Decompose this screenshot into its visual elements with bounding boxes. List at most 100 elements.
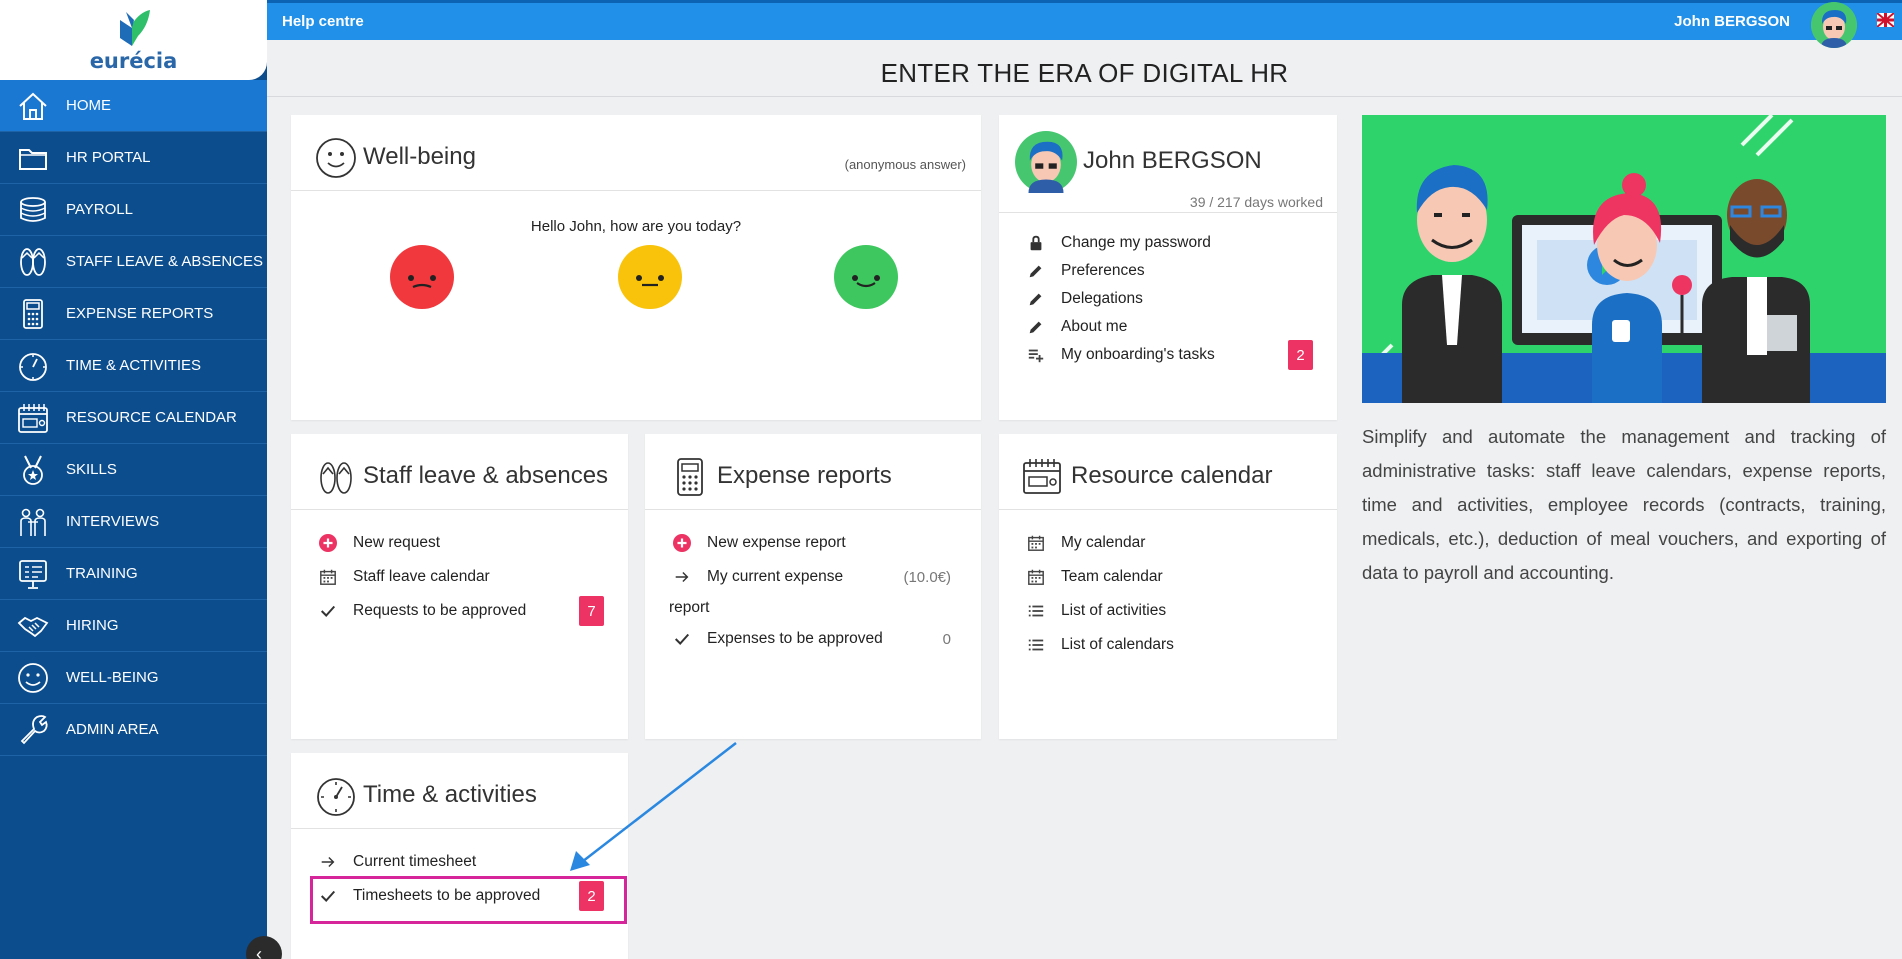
mood-happy-button[interactable]	[834, 245, 898, 309]
leave-item-new-request[interactable]: New request	[291, 526, 628, 560]
sidebar-nav: HOME HR PORTAL PAYROLL STAFF LEAVE & ABSENC…	[0, 80, 267, 756]
calendar-icon	[0, 401, 66, 435]
user-name[interactable]: John BERGSON	[1674, 13, 1790, 30]
profile-item-about-me[interactable]: About me	[999, 313, 1337, 341]
expenses-to-approve-link[interactable]: Expenses to be approved 0	[645, 622, 981, 656]
sidebar-item-well-being[interactable]: WELL-BEING	[0, 652, 267, 704]
check-icon	[317, 600, 339, 622]
presentation-icon	[0, 557, 66, 591]
resource-item-list-of-calendars[interactable]: List of calendars	[999, 628, 1337, 662]
lock-icon	[1025, 232, 1047, 254]
medal-icon	[0, 453, 66, 487]
sidebar-item-interviews[interactable]: INTERVIEWS	[0, 496, 267, 548]
sidebar-item-time-activities[interactable]: TIME & ACTIVITIES	[0, 340, 267, 392]
coins-icon	[0, 193, 66, 227]
expenses-to-approve-count: 0	[942, 630, 951, 648]
pencil-icon	[1025, 260, 1047, 282]
row-label: Preferences	[1061, 262, 1145, 279]
sidebar-item-payroll[interactable]: PAYROLL	[0, 184, 267, 236]
anonymous-note: (anonymous answer)	[844, 157, 966, 172]
sidebar-item-training[interactable]: TRAINING	[0, 548, 267, 600]
sidebar-item-staff-leave-absences[interactable]: STAFF LEAVE & ABSENCES	[0, 236, 267, 288]
row-label: About me	[1061, 318, 1128, 335]
neutral-face-icon	[636, 275, 664, 287]
avatar[interactable]	[1811, 2, 1857, 48]
row-label: Requests to be approved	[353, 602, 527, 619]
page-title: ENTER THE ERA OF DIGITAL HR	[880, 58, 1289, 88]
people-icon	[0, 505, 66, 539]
resource-menu: My calendar Team calendar List of activiti…	[999, 526, 1337, 662]
row-label: Expenses to be approved	[707, 630, 883, 647]
profile-item-change-my-password[interactable]: Change my password	[999, 229, 1337, 257]
team-illustration-icon	[1362, 115, 1886, 403]
top-bar: Help centre John BERGSON	[267, 0, 1902, 48]
collapse-sidebar-button[interactable]: ‹	[246, 936, 282, 959]
playlist-add-icon	[1025, 344, 1047, 366]
card-title: Staff leave & absences	[363, 462, 609, 489]
sidebar-item-home[interactable]: HOME	[0, 80, 267, 132]
sidebar-item-hr-portal[interactable]: HR PORTAL	[0, 132, 267, 184]
card-title: Time & activities	[363, 781, 537, 808]
calendar-icon	[1025, 566, 1047, 588]
row-label: Team calendar	[1061, 568, 1163, 585]
sidebar-item-admin-area[interactable]: ADMIN AREA	[0, 704, 267, 756]
expense-menu: New expense report My current expense (1…	[645, 526, 981, 656]
card-title: Resource calendar	[1071, 462, 1273, 489]
card-header: John BERGSON 39 / 217 days worked	[999, 115, 1337, 213]
card-header: Well-being (anonymous answer)	[291, 115, 981, 191]
pencil-icon	[1025, 316, 1047, 338]
wrench-icon	[0, 713, 66, 747]
resource-item-my-calendar[interactable]: My calendar	[999, 526, 1337, 560]
resource-calendar-card: Resource calendar My calendar Team calend…	[999, 434, 1337, 739]
handshake-icon	[0, 609, 66, 643]
mood-sad-button[interactable]	[390, 245, 454, 309]
logo[interactable]: eurécia	[0, 0, 267, 80]
avatar-face-icon	[1811, 2, 1857, 48]
smiley-icon	[0, 661, 66, 695]
sidebar-item-label: HR PORTAL	[66, 149, 151, 166]
pencil-icon	[1025, 288, 1047, 310]
current-expense-report-link[interactable]: My current expense (10.0€)	[645, 560, 981, 594]
card-header: Expense reports	[645, 434, 981, 510]
row-label: List of calendars	[1061, 636, 1174, 653]
new-expense-report-link[interactable]: New expense report	[645, 526, 981, 560]
chevron-left-icon: ‹	[256, 943, 262, 959]
row-label: List of activities	[1061, 602, 1167, 619]
plus-circle-icon	[671, 532, 693, 554]
count-badge: 7	[579, 596, 604, 626]
list-icon	[1025, 634, 1047, 656]
expense-amount: (10.0€)	[903, 568, 951, 586]
leave-item-staff-leave-calendar[interactable]: Staff leave calendar	[291, 560, 628, 594]
sidebar-item-skills[interactable]: SKILLS	[0, 444, 267, 496]
card-header: Staff leave & absences	[291, 434, 628, 510]
flip-flops-icon	[320, 462, 352, 494]
resource-item-team-calendar[interactable]: Team calendar	[999, 560, 1337, 594]
sad-face-icon	[408, 275, 436, 289]
card-title: Well-being	[363, 143, 476, 170]
uk-flag-icon[interactable]	[1877, 13, 1894, 27]
sidebar-item-hiring[interactable]: HIRING	[0, 600, 267, 652]
profile-item-my-onboarding-s-tasks[interactable]: My onboarding's tasks 2	[999, 340, 1337, 370]
calendar-icon	[1025, 532, 1047, 554]
current-expense-report-link-cont[interactable]: report	[645, 594, 981, 622]
profile-item-preferences[interactable]: Preferences	[999, 257, 1337, 285]
calculator-icon	[677, 458, 703, 496]
leave-item-requests-to-be-approved[interactable]: Requests to be approved 7	[291, 594, 628, 628]
flip-flops-icon	[0, 245, 66, 279]
arrow-right-icon	[317, 851, 339, 873]
resource-item-list-of-activities[interactable]: List of activities	[999, 594, 1337, 628]
profile-name: John BERGSON	[1083, 147, 1262, 174]
row-label: Change my password	[1061, 234, 1211, 251]
row-label: My current expense	[707, 568, 844, 585]
profile-item-delegations[interactable]: Delegations	[999, 285, 1337, 313]
card-title: Expense reports	[717, 462, 892, 489]
logo-leaf-icon	[119, 10, 150, 46]
calendar-icon	[1023, 459, 1061, 494]
help-centre-link[interactable]: Help centre	[282, 13, 364, 30]
sidebar-item-expense-reports[interactable]: EXPENSE REPORTS	[0, 288, 267, 340]
smiley-icon	[316, 138, 356, 178]
sidebar-item-resource-calendar[interactable]: RESOURCE CALENDAR	[0, 392, 267, 444]
row-label: Delegations	[1061, 290, 1143, 307]
stopwatch-icon	[0, 349, 66, 383]
mood-neutral-button[interactable]	[618, 245, 682, 309]
